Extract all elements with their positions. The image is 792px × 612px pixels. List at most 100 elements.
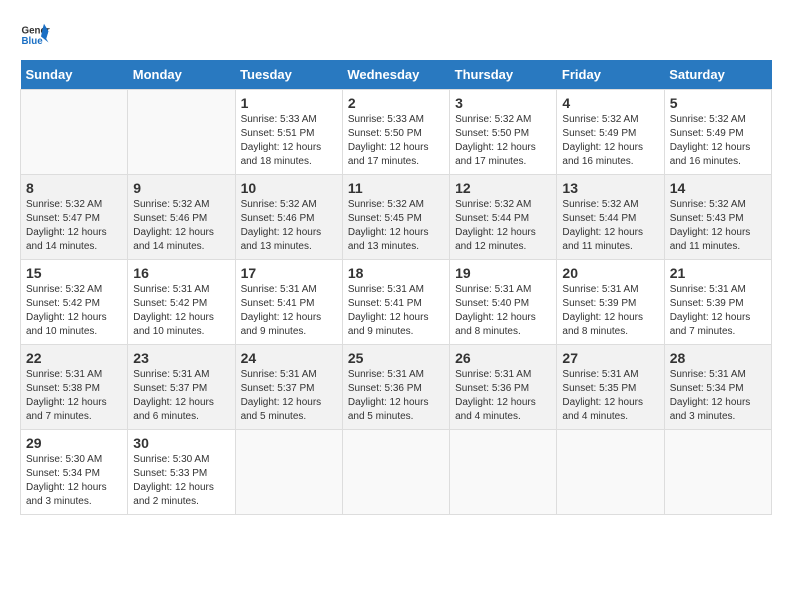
calendar-body: 1 Sunrise: 5:33 AMSunset: 5:51 PMDaylight… xyxy=(21,90,772,515)
calendar-day-28: 28 Sunrise: 5:31 AMSunset: 5:34 PMDayligh… xyxy=(664,345,771,430)
day-number: 20 xyxy=(562,265,658,281)
calendar-table: SundayMondayTuesdayWednesdayThursdayFrid… xyxy=(20,60,772,515)
day-info: Sunrise: 5:31 AMSunset: 5:41 PMDaylight:… xyxy=(241,283,337,339)
day-number: 15 xyxy=(26,265,122,281)
empty-cell xyxy=(664,430,771,515)
logo: General Blue xyxy=(20,20,50,50)
empty-cell xyxy=(235,430,342,515)
day-info: Sunrise: 5:33 AMSunset: 5:50 PMDaylight:… xyxy=(348,113,444,169)
day-info: Sunrise: 5:32 AMSunset: 5:46 PMDaylight:… xyxy=(241,198,337,254)
day-info: Sunrise: 5:31 AMSunset: 5:34 PMDaylight:… xyxy=(670,368,766,424)
empty-cell xyxy=(342,430,449,515)
calendar-day-23: 23 Sunrise: 5:31 AMSunset: 5:37 PMDayligh… xyxy=(128,345,235,430)
day-number: 13 xyxy=(562,180,658,196)
empty-cell xyxy=(21,90,128,175)
calendar-day-22: 22 Sunrise: 5:31 AMSunset: 5:38 PMDayligh… xyxy=(21,345,128,430)
calendar-day-15: 15 Sunrise: 5:32 AMSunset: 5:42 PMDayligh… xyxy=(21,260,128,345)
day-number: 16 xyxy=(133,265,229,281)
day-number: 17 xyxy=(241,265,337,281)
calendar-day-5: 5 Sunrise: 5:32 AMSunset: 5:49 PMDaylight… xyxy=(664,90,771,175)
day-info: Sunrise: 5:31 AMSunset: 5:36 PMDaylight:… xyxy=(348,368,444,424)
weekday-header-monday: Monday xyxy=(128,60,235,90)
day-info: Sunrise: 5:31 AMSunset: 5:36 PMDaylight:… xyxy=(455,368,551,424)
calendar-day-12: 12 Sunrise: 5:32 AMSunset: 5:44 PMDayligh… xyxy=(450,175,557,260)
page-header: General Blue xyxy=(20,20,772,50)
day-info: Sunrise: 5:32 AMSunset: 5:49 PMDaylight:… xyxy=(670,113,766,169)
empty-cell xyxy=(557,430,664,515)
day-number: 4 xyxy=(562,95,658,111)
day-number: 1 xyxy=(241,95,337,111)
day-number: 28 xyxy=(670,350,766,366)
calendar-day-13: 13 Sunrise: 5:32 AMSunset: 5:44 PMDayligh… xyxy=(557,175,664,260)
calendar-day-10: 10 Sunrise: 5:32 AMSunset: 5:46 PMDayligh… xyxy=(235,175,342,260)
day-number: 9 xyxy=(133,180,229,196)
day-info: Sunrise: 5:32 AMSunset: 5:50 PMDaylight:… xyxy=(455,113,551,169)
day-number: 27 xyxy=(562,350,658,366)
day-info: Sunrise: 5:32 AMSunset: 5:44 PMDaylight:… xyxy=(455,198,551,254)
day-info: Sunrise: 5:31 AMSunset: 5:35 PMDaylight:… xyxy=(562,368,658,424)
day-number: 2 xyxy=(348,95,444,111)
weekday-header-tuesday: Tuesday xyxy=(235,60,342,90)
calendar-day-27: 27 Sunrise: 5:31 AMSunset: 5:35 PMDayligh… xyxy=(557,345,664,430)
day-number: 3 xyxy=(455,95,551,111)
calendar-day-11: 11 Sunrise: 5:32 AMSunset: 5:45 PMDayligh… xyxy=(342,175,449,260)
day-number: 18 xyxy=(348,265,444,281)
day-info: Sunrise: 5:31 AMSunset: 5:39 PMDaylight:… xyxy=(670,283,766,339)
weekday-header-saturday: Saturday xyxy=(664,60,771,90)
calendar-day-4: 4 Sunrise: 5:32 AMSunset: 5:49 PMDaylight… xyxy=(557,90,664,175)
svg-text:Blue: Blue xyxy=(22,36,44,47)
day-number: 29 xyxy=(26,435,122,451)
calendar-day-1: 1 Sunrise: 5:33 AMSunset: 5:51 PMDaylight… xyxy=(235,90,342,175)
day-number: 22 xyxy=(26,350,122,366)
day-info: Sunrise: 5:30 AMSunset: 5:34 PMDaylight:… xyxy=(26,453,122,509)
calendar-day-18: 18 Sunrise: 5:31 AMSunset: 5:41 PMDayligh… xyxy=(342,260,449,345)
calendar-day-19: 19 Sunrise: 5:31 AMSunset: 5:40 PMDayligh… xyxy=(450,260,557,345)
calendar-header-row: SundayMondayTuesdayWednesdayThursdayFrid… xyxy=(21,60,772,90)
calendar-day-29: 29 Sunrise: 5:30 AMSunset: 5:34 PMDayligh… xyxy=(21,430,128,515)
day-info: Sunrise: 5:31 AMSunset: 5:42 PMDaylight:… xyxy=(133,283,229,339)
day-info: Sunrise: 5:33 AMSunset: 5:51 PMDaylight:… xyxy=(241,113,337,169)
day-info: Sunrise: 5:31 AMSunset: 5:37 PMDaylight:… xyxy=(133,368,229,424)
day-number: 26 xyxy=(455,350,551,366)
weekday-header-wednesday: Wednesday xyxy=(342,60,449,90)
day-info: Sunrise: 5:32 AMSunset: 5:46 PMDaylight:… xyxy=(133,198,229,254)
day-info: Sunrise: 5:31 AMSunset: 5:37 PMDaylight:… xyxy=(241,368,337,424)
calendar-week-4: 22 Sunrise: 5:31 AMSunset: 5:38 PMDayligh… xyxy=(21,345,772,430)
day-number: 30 xyxy=(133,435,229,451)
weekday-header-thursday: Thursday xyxy=(450,60,557,90)
calendar-week-3: 15 Sunrise: 5:32 AMSunset: 5:42 PMDayligh… xyxy=(21,260,772,345)
day-info: Sunrise: 5:32 AMSunset: 5:47 PMDaylight:… xyxy=(26,198,122,254)
calendar-day-25: 25Sunrise: 5:31 AMSunset: 5:36 PMDayligh… xyxy=(342,345,449,430)
day-info: Sunrise: 5:32 AMSunset: 5:43 PMDaylight:… xyxy=(670,198,766,254)
calendar-day-26: 26 Sunrise: 5:31 AMSunset: 5:36 PMDayligh… xyxy=(450,345,557,430)
day-info: Sunrise: 5:32 AMSunset: 5:49 PMDaylight:… xyxy=(562,113,658,169)
day-info: Sunrise: 5:31 AMSunset: 5:38 PMDaylight:… xyxy=(26,368,122,424)
day-info: Sunrise: 5:31 AMSunset: 5:39 PMDaylight:… xyxy=(562,283,658,339)
day-number: 12 xyxy=(455,180,551,196)
calendar-day-20: 20 Sunrise: 5:31 AMSunset: 5:39 PMDayligh… xyxy=(557,260,664,345)
weekday-header-sunday: Sunday xyxy=(21,60,128,90)
day-number: 10 xyxy=(241,180,337,196)
day-number: 23 xyxy=(133,350,229,366)
day-number: 11 xyxy=(348,180,444,196)
day-number: 19 xyxy=(455,265,551,281)
day-number: 21 xyxy=(670,265,766,281)
calendar-day-17: 17 Sunrise: 5:31 AMSunset: 5:41 PMDayligh… xyxy=(235,260,342,345)
day-info: Sunrise: 5:30 AMSunset: 5:33 PMDaylight:… xyxy=(133,453,229,509)
calendar-week-2: 8 Sunrise: 5:32 AMSunset: 5:47 PMDaylight… xyxy=(21,175,772,260)
day-info: Sunrise: 5:32 AMSunset: 5:42 PMDaylight:… xyxy=(26,283,122,339)
day-number: 8 xyxy=(26,180,122,196)
calendar-day-3: 3 Sunrise: 5:32 AMSunset: 5:50 PMDaylight… xyxy=(450,90,557,175)
calendar-week-1: 1 Sunrise: 5:33 AMSunset: 5:51 PMDaylight… xyxy=(21,90,772,175)
empty-cell xyxy=(450,430,557,515)
calendar-day-30: 30 Sunrise: 5:30 AMSunset: 5:33 PMDayligh… xyxy=(128,430,235,515)
day-info: Sunrise: 5:32 AMSunset: 5:45 PMDaylight:… xyxy=(348,198,444,254)
calendar-day-16: 16 Sunrise: 5:31 AMSunset: 5:42 PMDayligh… xyxy=(128,260,235,345)
day-info: Sunrise: 5:32 AMSunset: 5:44 PMDaylight:… xyxy=(562,198,658,254)
calendar-day-9: 9 Sunrise: 5:32 AMSunset: 5:46 PMDaylight… xyxy=(128,175,235,260)
day-number: 5 xyxy=(670,95,766,111)
day-info: Sunrise: 5:31 AMSunset: 5:40 PMDaylight:… xyxy=(455,283,551,339)
weekday-header-friday: Friday xyxy=(557,60,664,90)
logo-icon: General Blue xyxy=(20,20,50,50)
day-info: Sunrise: 5:31 AMSunset: 5:41 PMDaylight:… xyxy=(348,283,444,339)
